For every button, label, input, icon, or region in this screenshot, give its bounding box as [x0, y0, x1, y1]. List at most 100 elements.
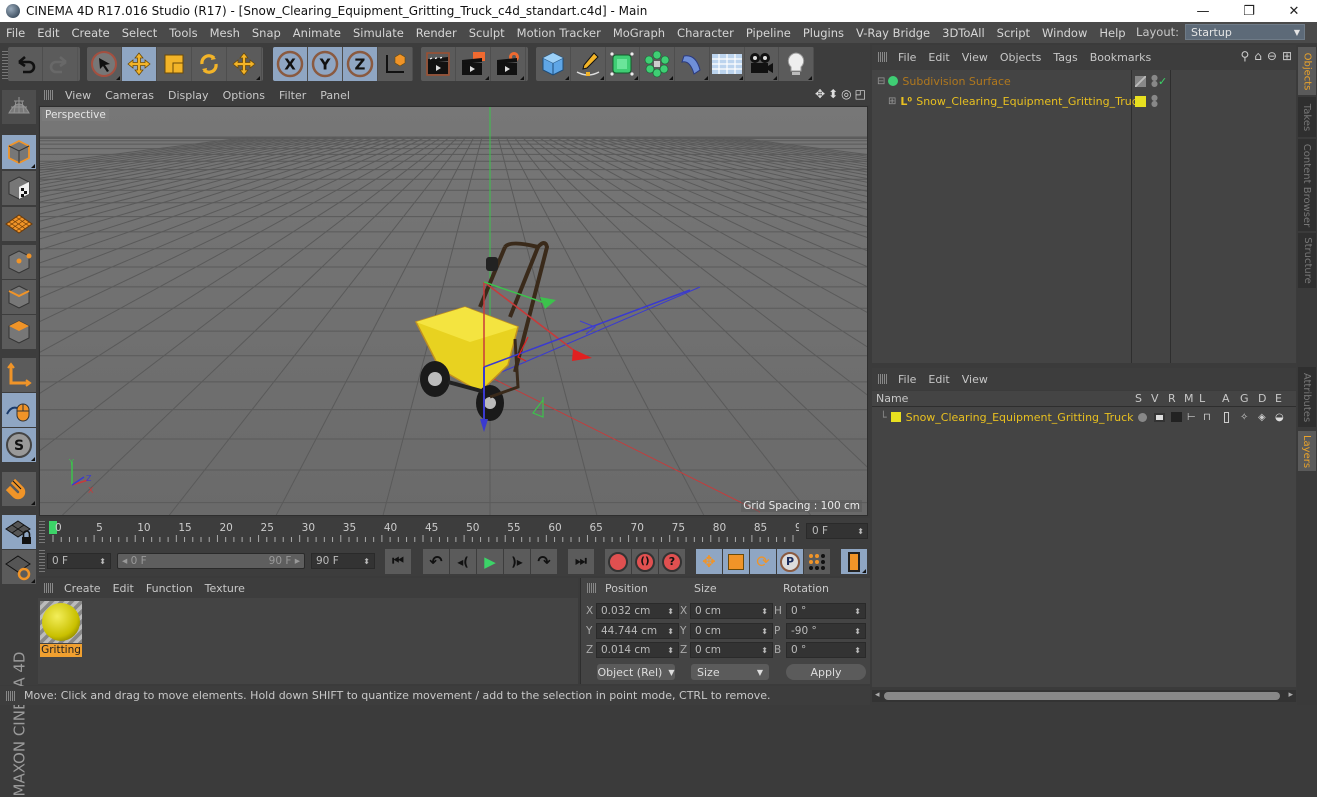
- material-menu-texture[interactable]: Texture: [199, 582, 251, 595]
- workplane-mode-button[interactable]: [2, 207, 36, 241]
- make-editable-button[interactable]: [2, 90, 36, 124]
- lock-toggle-icon[interactable]: ⊓: [1203, 412, 1211, 423]
- live-selection-button[interactable]: [87, 47, 122, 81]
- floor-button[interactable]: [710, 47, 745, 81]
- collapse-toggle-icon[interactable]: ⊟: [877, 76, 885, 87]
- cube-button[interactable]: [536, 47, 571, 81]
- menu-create[interactable]: Create: [66, 26, 116, 40]
- menu-select[interactable]: Select: [116, 26, 163, 40]
- end-frame-field[interactable]: 90 F ⬍: [311, 553, 375, 569]
- stepper-icon[interactable]: ⬍: [854, 607, 861, 616]
- object-name[interactable]: Snow_Clearing_Equipment_Gritting_Truck: [916, 95, 1144, 108]
- viewport-grip[interactable]: [44, 90, 54, 100]
- frame-range-slider[interactable]: ◂ 0 F 90 F ▸: [117, 553, 305, 569]
- scroll-left-icon[interactable]: ◂: [875, 690, 880, 700]
- generator-toggle-icon[interactable]: ✧: [1240, 412, 1248, 423]
- column-expressions[interactable]: E: [1275, 392, 1282, 405]
- stepper-icon[interactable]: ⬍: [667, 607, 674, 616]
- visible-toggle-icon[interactable]: [1154, 412, 1165, 422]
- layer-tag-icon[interactable]: [1135, 75, 1146, 87]
- size-mode-select[interactable]: Size ▼: [691, 664, 769, 680]
- om-menu-objects[interactable]: Objects: [994, 51, 1048, 64]
- rotation-b-field[interactable]: 0 ° ⬍: [786, 642, 866, 658]
- column-render[interactable]: R: [1168, 392, 1176, 405]
- menu-simulate[interactable]: Simulate: [347, 26, 410, 40]
- scrollbar-thumb[interactable]: [884, 692, 1280, 700]
- previous-frame-button[interactable]: ◂(: [450, 549, 476, 574]
- stepper-icon[interactable]: ⬍: [667, 646, 674, 655]
- tab-objects[interactable]: Objects: [1298, 47, 1316, 95]
- viewport-menu-display[interactable]: Display: [161, 89, 216, 102]
- key-position-button[interactable]: ✥: [696, 549, 722, 574]
- animation-toggle-icon[interactable]: [1224, 411, 1229, 423]
- lm-menu-view[interactable]: View: [956, 373, 994, 386]
- material-menu-edit[interactable]: Edit: [107, 582, 140, 595]
- viewport-menu-filter[interactable]: Filter: [272, 89, 313, 102]
- coordinate-system-button[interactable]: [378, 47, 413, 81]
- enabled-check-icon[interactable]: ✓: [1158, 75, 1167, 88]
- column-visible[interactable]: V: [1151, 392, 1159, 405]
- layer-color-swatch[interactable]: [890, 412, 901, 422]
- transport-grip[interactable]: [39, 550, 45, 572]
- render-settings-button[interactable]: [491, 47, 526, 81]
- layer-name[interactable]: Snow_Clearing_Equipment_Gritting_Truck: [906, 411, 1134, 424]
- menu-motion-tracker[interactable]: Motion Tracker: [511, 26, 607, 40]
- render-toggle-icon[interactable]: [1171, 412, 1182, 422]
- pan-icon[interactable]: ✥: [815, 87, 825, 101]
- layer-horizontal-scrollbar[interactable]: ◂ ▸: [872, 690, 1296, 702]
- stepper-icon[interactable]: ⬍: [667, 627, 674, 636]
- material-menu-create[interactable]: Create: [58, 582, 107, 595]
- restore-button[interactable]: ❐: [1226, 0, 1272, 22]
- key-pla-button[interactable]: [804, 549, 830, 574]
- size-y-field[interactable]: 0 cm ⬍: [690, 623, 773, 639]
- menu-snap[interactable]: Snap: [246, 26, 287, 40]
- visibility-dots-icon[interactable]: ● ●: [1151, 94, 1158, 108]
- menu-sculpt[interactable]: Sculpt: [463, 26, 511, 40]
- material-grip[interactable]: [44, 583, 54, 593]
- layer-manager-grip[interactable]: [878, 374, 888, 384]
- coordinate-mode-select[interactable]: Object (Rel) ▼: [597, 664, 675, 680]
- om-menu-edit[interactable]: Edit: [922, 51, 955, 64]
- position-x-field[interactable]: 0.032 cm ⬍: [596, 603, 679, 619]
- orbit-icon[interactable]: ◎: [841, 87, 851, 101]
- camera-label[interactable]: Perspective: [42, 109, 109, 121]
- menu-plugins[interactable]: Plugins: [797, 26, 850, 40]
- start-frame-field[interactable]: 0 F ⬍: [47, 553, 111, 569]
- column-generators[interactable]: G: [1240, 392, 1249, 405]
- 3d-viewport[interactable]: Y Z X Perspective Grid Spacing : 100 cm: [39, 106, 868, 516]
- stepper-icon[interactable]: ⬍: [761, 627, 768, 636]
- om-menu-file[interactable]: File: [892, 51, 922, 64]
- tab-content-browser[interactable]: Content Browser: [1298, 139, 1316, 231]
- column-animation[interactable]: A: [1222, 392, 1230, 405]
- magnet-button[interactable]: [2, 472, 36, 506]
- viewport-menu-cameras[interactable]: Cameras: [98, 89, 161, 102]
- expression-toggle-icon[interactable]: ◒: [1275, 412, 1284, 423]
- polygons-mode-button[interactable]: [2, 315, 36, 349]
- menu-vray-bridge[interactable]: V-Ray Bridge: [850, 26, 936, 40]
- camera-button[interactable]: [745, 47, 780, 81]
- viewport-menu-panel[interactable]: Panel: [313, 89, 357, 102]
- play-button[interactable]: ▶: [477, 549, 503, 574]
- menu-window[interactable]: Window: [1036, 26, 1093, 40]
- lm-menu-file[interactable]: File: [892, 373, 922, 386]
- material-gritting[interactable]: Gritting: [40, 601, 82, 657]
- previous-key-button[interactable]: ↶: [423, 549, 449, 574]
- menu-file[interactable]: File: [0, 26, 31, 40]
- coordinates-grip[interactable]: [587, 583, 597, 593]
- menu-animate[interactable]: Animate: [287, 26, 347, 40]
- object-name[interactable]: Subdivision Surface: [902, 75, 1010, 88]
- column-name[interactable]: Name: [876, 392, 908, 405]
- close-button[interactable]: ✕: [1271, 0, 1317, 22]
- tab-attributes[interactable]: Attributes: [1298, 367, 1316, 427]
- column-manager[interactable]: M: [1184, 392, 1194, 405]
- maximize-icon[interactable]: ◰: [855, 87, 866, 101]
- object-row-subdivision-surface[interactable]: ⊟ Subdivision Surface ● ● ✓: [872, 71, 1296, 91]
- menu-pipeline[interactable]: Pipeline: [740, 26, 797, 40]
- om-menu-tags[interactable]: Tags: [1047, 51, 1083, 64]
- column-locked[interactable]: L: [1199, 392, 1205, 405]
- menu-mograph[interactable]: MoGraph: [607, 26, 671, 40]
- stepper-icon[interactable]: ⬍: [854, 646, 861, 655]
- new-window-icon[interactable]: ⊞: [1282, 49, 1292, 63]
- record-keys-button[interactable]: [605, 549, 631, 574]
- menu-character[interactable]: Character: [671, 26, 740, 40]
